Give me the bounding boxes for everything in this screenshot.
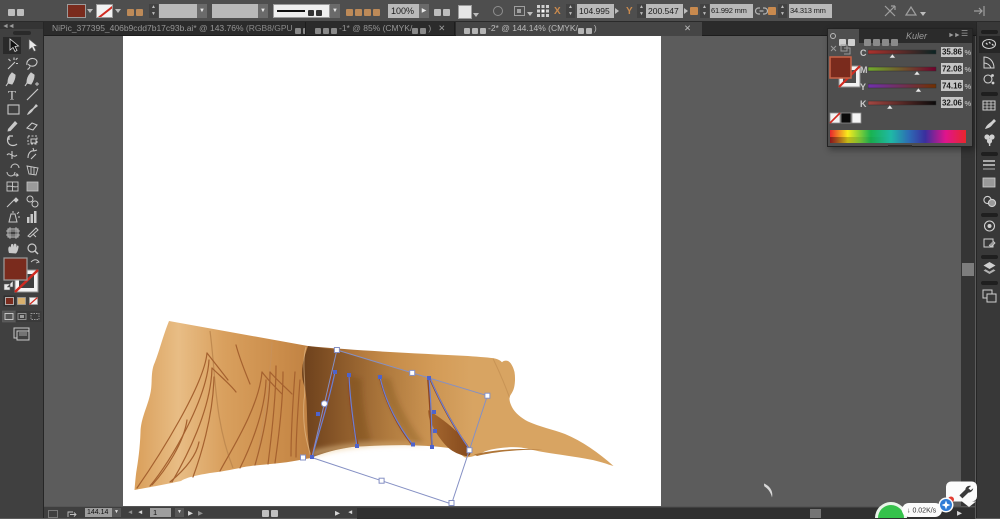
svg-text:↓ 0.02K/s: ↓ 0.02K/s (907, 508, 937, 515)
svg-text:74.16: 74.16 (942, 82, 963, 91)
svg-text:%: % (965, 82, 972, 91)
svg-text:32.06: 32.06 (942, 99, 963, 108)
svg-text:%: % (965, 65, 972, 74)
svg-text:T: T (8, 88, 16, 103)
svg-text:%: % (965, 48, 972, 57)
svg-text:%: % (965, 99, 972, 108)
svg-text:72.08: 72.08 (942, 65, 963, 74)
svg-text:35.86: 35.86 (942, 48, 963, 57)
